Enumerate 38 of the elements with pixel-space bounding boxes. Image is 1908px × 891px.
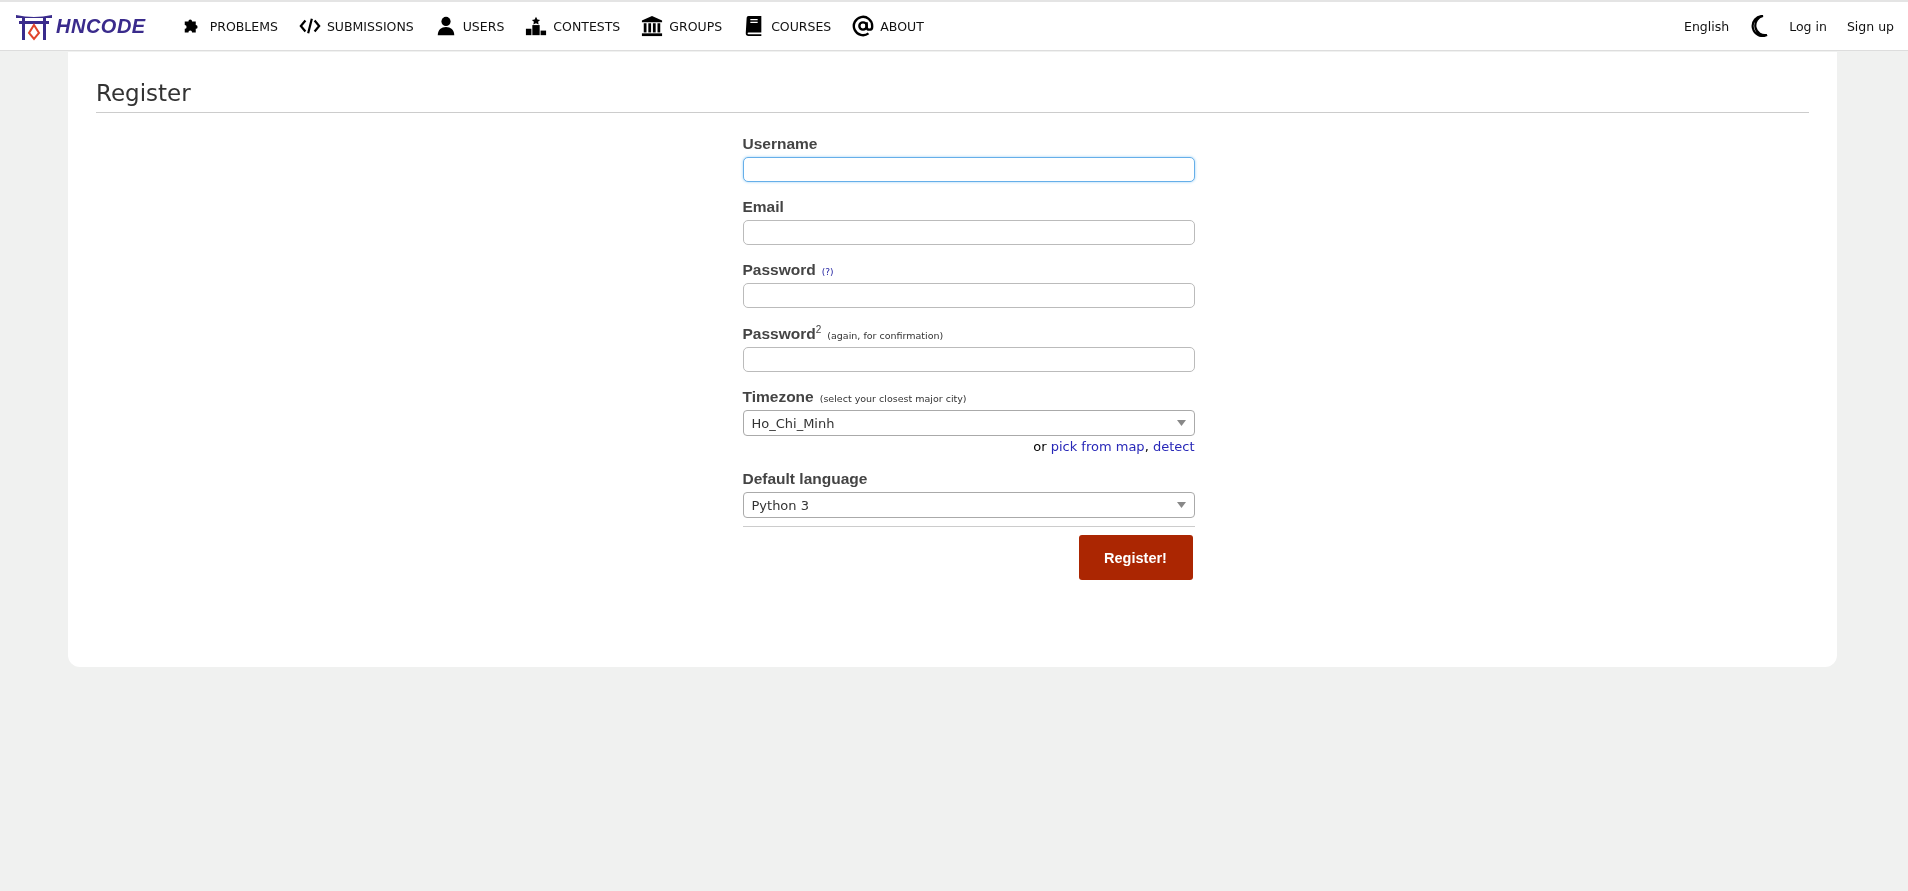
caret-icon <box>1176 502 1186 509</box>
dropdown-select[interactable]: Python 3 <box>742 492 1195 519</box>
text-input[interactable] <box>742 283 1195 308</box>
page-title: Register <box>96 72 1809 113</box>
help-link[interactable]: (?) <box>821 267 834 277</box>
text-input[interactable] <box>742 347 1195 373</box>
text-input[interactable] <box>742 157 1195 182</box>
comma-text: , <box>1144 439 1150 455</box>
nav-link[interactable]: PROBLEMS <box>181 15 278 37</box>
field-label: Username <box>742 135 818 153</box>
signup-link[interactable]: Sign up <box>1846 18 1894 34</box>
dropdown-select[interactable]: Ho_Chi_Minh <box>742 410 1195 437</box>
moon-icon[interactable] <box>1749 15 1770 37</box>
nav-link[interactable]: CONTESTS <box>525 15 621 37</box>
podium-icon <box>525 15 548 37</box>
or-text: or <box>1033 439 1048 455</box>
nav-link[interactable]: ABOUT <box>852 15 924 37</box>
field-label: Password <box>742 261 816 279</box>
text-link[interactable]: pick from map <box>1050 439 1145 455</box>
text-link[interactable]: detect <box>1152 439 1195 455</box>
text-input[interactable] <box>742 220 1195 245</box>
field-hint: (select your closest major city) <box>819 393 967 405</box>
register-button[interactable]: Register! <box>1078 535 1193 581</box>
language-link[interactable]: English <box>1684 18 1730 34</box>
field-label: Email <box>742 198 784 216</box>
nav-link[interactable]: USERS <box>434 15 505 37</box>
login-link[interactable]: Log in <box>1789 18 1827 34</box>
at-icon <box>852 15 875 37</box>
nav-link[interactable]: SUBMISSIONS <box>298 15 414 37</box>
field-label: Default language <box>742 470 868 489</box>
logo-text[interactable]: HNCODE <box>56 14 146 38</box>
field-label: Password$^{2}$ <box>742 324 822 344</box>
nav-link[interactable]: COURSES <box>743 15 832 37</box>
bank-icon <box>641 15 664 37</box>
field-hint: (again, for confirmation) <box>827 330 944 342</box>
caret-icon <box>1176 420 1186 427</box>
field-label: Timezone <box>742 388 814 407</box>
nav-link[interactable]: GROUPS <box>641 15 723 37</box>
